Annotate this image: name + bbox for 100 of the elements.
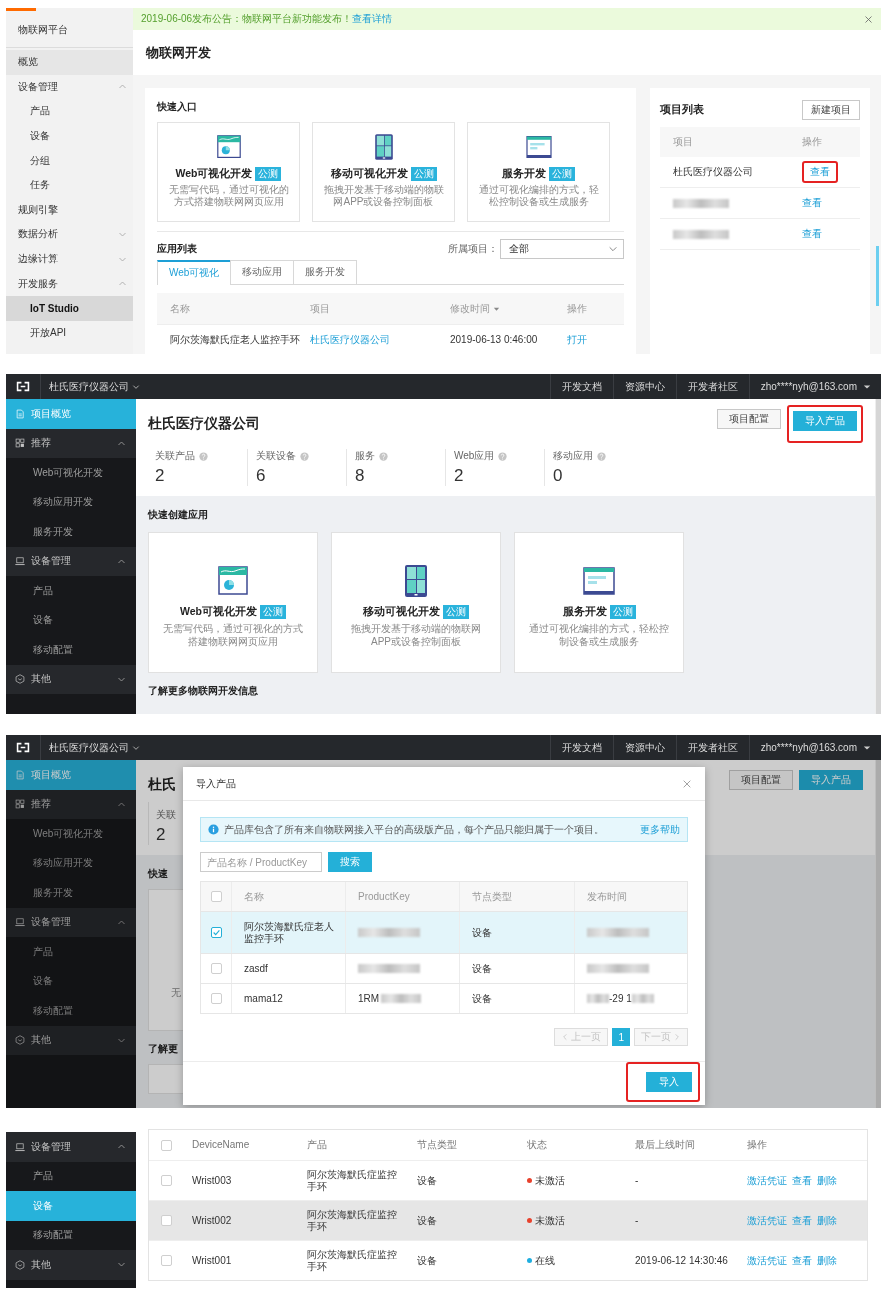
table-row[interactable]: 阿尔茨海默氏症老人监控手环 设备: [201, 912, 687, 954]
checkbox[interactable]: [211, 963, 222, 974]
card-title: Web可视化开发: [175, 167, 253, 181]
menu-item[interactable]: 移动配置: [6, 635, 136, 665]
menu-item[interactable]: 开放API: [6, 320, 133, 346]
menu-item[interactable]: IoT Studio: [6, 295, 133, 321]
app-card[interactable]: 服务开发 公测 通过可视化编排的方式，轻松控制设备或生成服务: [467, 122, 610, 222]
stat-label: 移动应用: [553, 449, 593, 463]
menu-item[interactable]: 设备管理: [6, 546, 136, 576]
project-select[interactable]: 全部: [500, 239, 624, 259]
chevron-right-icon: [673, 1033, 681, 1041]
card-title: 移动可视化开发: [363, 605, 440, 619]
stat-value: 2: [156, 825, 167, 845]
table-cell: 1RM: [358, 992, 380, 1005]
table-cell-text: 阿尔茨海默氏症监控手环: [306, 1168, 398, 1193]
scrollbar-thumb[interactable]: [876, 246, 879, 306]
menu-item[interactable]: 设备: [6, 966, 136, 996]
table-row[interactable]: mama12 1RM 设备 -29 1: [201, 984, 687, 1014]
table-row[interactable]: zasdf 设备: [201, 954, 687, 984]
table-cell: 设备: [459, 912, 574, 953]
card-title: Web可视化开发: [180, 605, 257, 619]
menu-item[interactable]: 移动配置: [6, 1220, 136, 1250]
checkbox[interactable]: [211, 891, 222, 902]
project-switcher[interactable]: 杜氏医疗仪器公司: [41, 379, 148, 394]
tab[interactable]: 服务开发: [293, 260, 358, 284]
hexagon-icon: [15, 1035, 25, 1046]
column-header: 操作: [567, 301, 587, 316]
column-header: 最后上线时间: [634, 1139, 696, 1151]
app-card[interactable]: 移动可视化开发 公测 拖拽开发基于移动端的物联网APP或设备控制面板: [331, 532, 501, 673]
checkbox[interactable]: [211, 927, 222, 938]
app-card[interactable]: 服务开发 公测 通过可视化编排的方式，轻松控制设备或生成服务: [514, 532, 684, 673]
menu-item[interactable]: 分组: [6, 148, 133, 173]
table-cell-text: 阿尔茨海默氏症监控手环: [306, 1208, 398, 1233]
checkbox[interactable]: [161, 1139, 172, 1151]
search-field[interactable]: 产品名称 / ProductKey: [200, 852, 322, 872]
beta-tag: 公测: [410, 167, 437, 181]
menu-item[interactable]: 产品: [6, 1161, 136, 1191]
column-header: 状态: [526, 1139, 548, 1151]
page-title: 物联网开发: [133, 30, 881, 75]
menu-item[interactable]: 移动应用开发: [6, 487, 136, 517]
laptop-icon: [15, 1141, 25, 1152]
app-card[interactable]: 移动可视化开发 公测 拖拽开发基于移动端的物联网APP或设备控制面板: [312, 122, 455, 222]
app-card[interactable]: Web可视化开发 公测 无需写代码，通过可视化的方式搭建物联网网页应用: [148, 532, 318, 673]
menu-item[interactable]: 设备管理: [6, 1132, 136, 1162]
card-description: 无需写代码，通过可视化的方式搭建物联网网页应用: [162, 622, 304, 648]
menu-item[interactable]: 其他: [6, 664, 136, 694]
status-label: 未激活: [535, 1214, 565, 1227]
config-button[interactable]: 项目配置: [729, 770, 793, 790]
menu-item[interactable]: Web可视化开发: [6, 819, 136, 849]
menu-item[interactable]: 产品: [6, 937, 136, 967]
menu-item[interactable]: Web可视化开发: [6, 458, 136, 488]
chevron-left-icon: [561, 1033, 570, 1041]
menu-item[interactable]: 产品: [6, 576, 136, 606]
config-button[interactable]: 项目配置: [717, 409, 781, 429]
new-project-button[interactable]: 新建项目: [802, 100, 860, 120]
menu-item[interactable]: 推荐: [6, 428, 136, 458]
section-title: 应用列表: [157, 242, 197, 256]
card-description: 拖拽开发基于移动端的物联网APP或设备控制面板: [322, 184, 445, 208]
laptop-icon: [15, 556, 25, 567]
hexagon-icon: [15, 1259, 25, 1270]
menu-item[interactable]: 其他: [6, 1025, 136, 1055]
check-icon: [212, 928, 221, 937]
filter-label: 所属项目：: [448, 242, 498, 256]
app-card[interactable]: Web可视化开发 公测 无需写代码，通过可视化的方式搭建物联网网页应用: [157, 122, 300, 222]
menu-item[interactable]: 设备管理: [6, 907, 136, 937]
menu-item[interactable]: 规则引擎: [6, 197, 133, 223]
scrollbar[interactable]: [875, 760, 881, 1108]
menu-item[interactable]: 产品: [6, 99, 133, 124]
checkbox[interactable]: [161, 1175, 172, 1186]
info-text: 产品库包含了所有来自物联网接入平台的高级版产品，每个产品只能归属于一个项目。: [224, 822, 604, 837]
checkbox[interactable]: [211, 993, 222, 1004]
checkbox[interactable]: [161, 1215, 172, 1226]
checkbox[interactable]: [161, 1255, 172, 1266]
stat-value: 0: [553, 466, 564, 486]
help-icon: [379, 451, 388, 461]
menu-item[interactable]: 边缘计算: [6, 246, 133, 272]
menu-item[interactable]: 数据分析: [6, 222, 133, 247]
menu-item[interactable]: 设备: [6, 605, 136, 635]
column-header: 节点类型: [416, 1139, 458, 1151]
menu-item[interactable]: 任务: [6, 172, 133, 198]
table-cell-text: 设备: [416, 1214, 438, 1227]
menu-item[interactable]: 概览: [6, 50, 133, 75]
menu-item[interactable]: 开发服务: [6, 271, 133, 296]
menu-item[interactable]: 服务开发: [6, 517, 136, 547]
menu-item[interactable]: 其他: [6, 1250, 136, 1280]
help-icon: [300, 451, 309, 461]
column-header: 发布时间: [574, 882, 687, 911]
menu-item[interactable]: 设备管理: [6, 74, 133, 100]
status-label: 在线: [535, 1254, 555, 1267]
column-header: 产品: [306, 1139, 328, 1151]
scrollbar[interactable]: [875, 399, 881, 714]
project-switcher[interactable]: 杜氏医疗仪器公司: [41, 740, 148, 755]
menu-item[interactable]: 服务开发: [6, 878, 136, 908]
menu-item[interactable]: 移动配置: [6, 996, 136, 1026]
menu-item[interactable]: 推荐: [6, 789, 136, 819]
section-title: 项目列表: [660, 103, 704, 117]
column-header: 名称: [170, 301, 190, 316]
menu-item[interactable]: 移动应用开发: [6, 848, 136, 878]
card-description: 无需写代码，通过可视化的方式搭建物联网网页应用: [167, 184, 290, 208]
menu-item[interactable]: 设备: [6, 123, 133, 149]
